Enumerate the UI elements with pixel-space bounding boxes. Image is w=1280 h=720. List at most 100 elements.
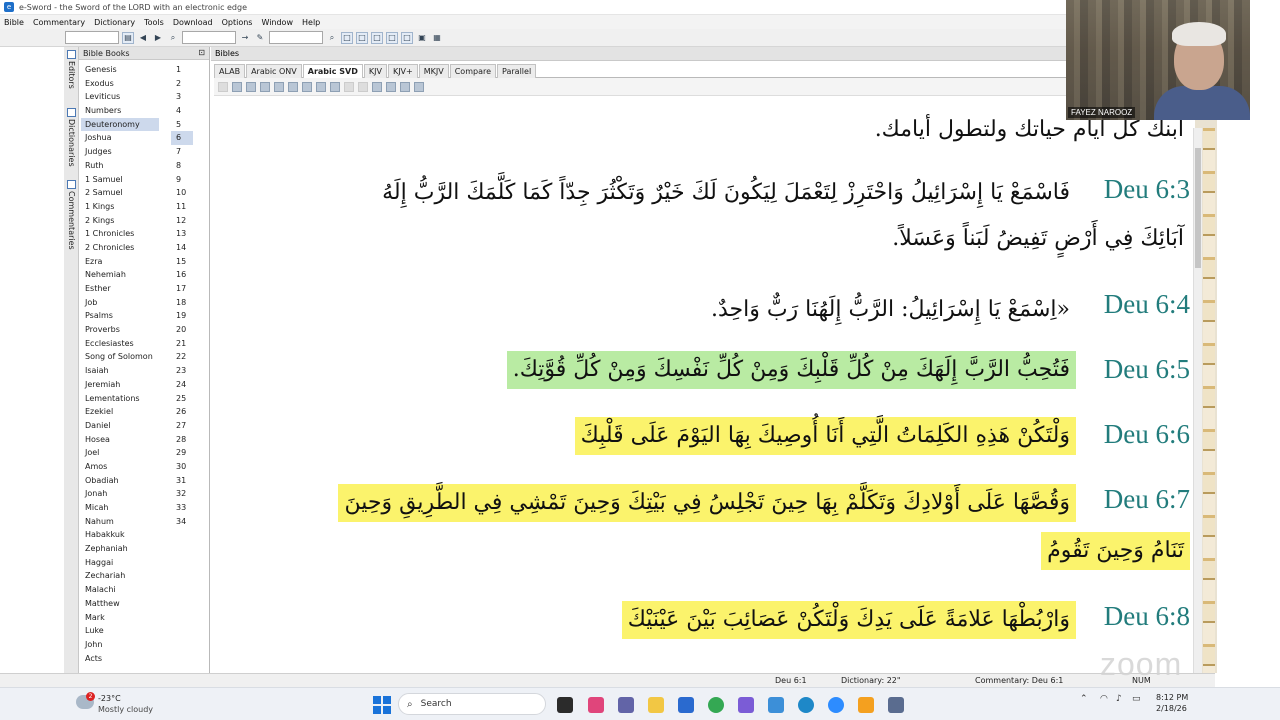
book-item[interactable]: Jeremiah xyxy=(81,378,159,392)
chapter-item[interactable]: 10 xyxy=(171,186,193,200)
tab-kjv[interactable]: KJV xyxy=(363,64,387,78)
link-icon[interactable] xyxy=(414,81,424,92)
book-item[interactable]: Amos xyxy=(81,460,159,474)
book-item[interactable]: Ruth xyxy=(81,159,159,173)
chapter-item[interactable]: 24 xyxy=(171,378,193,392)
menu-help[interactable]: Help xyxy=(302,18,320,27)
list-icon[interactable] xyxy=(288,81,298,92)
tab-compare[interactable]: Compare xyxy=(449,64,497,78)
book-item[interactable]: Judges xyxy=(81,145,159,159)
tray-wifi-icon[interactable]: ◠ xyxy=(1100,694,1108,704)
chapter-item[interactable]: 8 xyxy=(171,159,193,173)
lookup-icon[interactable]: ✎ xyxy=(254,32,266,44)
tab-parallel[interactable]: Parallel xyxy=(497,64,537,78)
chapter-item[interactable]: 17 xyxy=(171,282,193,296)
task-view-icon[interactable] xyxy=(557,697,573,713)
book-item[interactable]: Esther xyxy=(81,282,159,296)
layout-4-icon[interactable]: □ xyxy=(386,31,398,44)
book-item[interactable]: Joshua xyxy=(81,131,159,145)
bible-combo[interactable] xyxy=(65,31,119,44)
forward-icon[interactable]: ▶ xyxy=(152,32,164,44)
tray-battery-icon[interactable]: ▭ xyxy=(1132,694,1141,704)
play-icon[interactable] xyxy=(218,81,228,92)
edge-icon[interactable] xyxy=(798,697,814,713)
clock-date[interactable]: 2/18/26 xyxy=(1156,704,1187,713)
book-item[interactable]: Proverbs xyxy=(81,323,159,337)
tab-commentaries[interactable]: Commentaries xyxy=(64,177,79,250)
book-item[interactable]: Habakkuk xyxy=(81,528,159,542)
tab-mkjv[interactable]: MKJV xyxy=(418,64,449,78)
verse-reference[interactable]: Deu 6:3 xyxy=(1104,174,1190,205)
book-item[interactable]: Luke xyxy=(81,624,159,638)
copy-icon[interactable] xyxy=(246,81,256,92)
layout-icon[interactable] xyxy=(386,81,396,92)
book-item[interactable]: Job xyxy=(81,296,159,310)
book-item[interactable]: Hosea xyxy=(81,433,159,447)
chapter-item[interactable]: 2 xyxy=(171,77,193,91)
copilot-icon[interactable] xyxy=(588,697,604,713)
note-icon[interactable] xyxy=(316,81,326,92)
tab-dictionaries[interactable]: Dictionaries xyxy=(64,105,79,167)
verse-reference[interactable]: Deu 6:8 xyxy=(1104,601,1190,632)
windows-start-icon[interactable] xyxy=(373,696,391,714)
book-item[interactable]: Ezekiel xyxy=(81,405,159,419)
book-item[interactable]: Genesis xyxy=(81,63,159,77)
tray-volume-icon[interactable]: ♪ xyxy=(1116,694,1122,704)
book-item[interactable]: Ezra xyxy=(81,255,159,269)
taskbar-search[interactable]: ⌕ Search xyxy=(398,693,546,715)
verses-scroll-thumb[interactable] xyxy=(1195,148,1201,268)
menu-commentary[interactable]: Commentary xyxy=(33,18,85,27)
book-item[interactable]: Ecclesiastes xyxy=(81,337,159,351)
verse-reference[interactable]: Deu 6:6 xyxy=(1104,419,1190,450)
chapter-item[interactable]: 15 xyxy=(171,255,193,269)
chapter-item[interactable]: 7 xyxy=(171,145,193,159)
book-item[interactable]: Lementations xyxy=(81,392,159,406)
chrome-icon[interactable] xyxy=(708,697,724,713)
chapter-item[interactable]: 29 xyxy=(171,446,193,460)
chapter-item[interactable]: 18 xyxy=(171,296,193,310)
chapter-item[interactable]: 31 xyxy=(171,474,193,488)
sync-icon[interactable] xyxy=(400,81,410,92)
app-icon-gray[interactable] xyxy=(888,697,904,713)
book-item[interactable]: 2 Samuel xyxy=(81,186,159,200)
tab-arabic-onv[interactable]: Arabic ONV xyxy=(246,64,302,78)
zoom-icon[interactable] xyxy=(372,81,382,92)
lookup-combo[interactable] xyxy=(269,31,323,44)
book-icon[interactable]: ▤ xyxy=(122,31,134,44)
tab-arabic-svd[interactable]: Arabic SVD xyxy=(302,64,363,78)
chapter-item[interactable]: 5 xyxy=(171,118,193,132)
tab-editors[interactable]: Editors xyxy=(64,47,79,89)
vlc-icon[interactable] xyxy=(858,697,874,713)
app-icon-purple[interactable] xyxy=(738,697,754,713)
layout-5-icon[interactable]: □ xyxy=(401,31,413,44)
chapter-item[interactable]: 26 xyxy=(171,405,193,419)
chapter-item[interactable]: 28 xyxy=(171,433,193,447)
chapter-item[interactable]: 11 xyxy=(171,200,193,214)
tray-chevron-icon[interactable]: ⌃ xyxy=(1080,694,1088,704)
chapter-item[interactable]: 4 xyxy=(171,104,193,118)
clock-time[interactable]: 8:12 PM xyxy=(1156,693,1188,702)
book-item[interactable]: Mark xyxy=(81,611,159,625)
book-item[interactable]: John xyxy=(81,638,159,652)
book-item[interactable]: 1 Samuel xyxy=(81,173,159,187)
chapter-item[interactable]: 19 xyxy=(171,309,193,323)
chapter-item[interactable]: 23 xyxy=(171,364,193,378)
chapter-item[interactable]: 12 xyxy=(171,214,193,228)
book-item[interactable]: Leviticus xyxy=(81,90,159,104)
zoom-icon-taskbar[interactable] xyxy=(828,697,844,713)
chapter-item[interactable]: 14 xyxy=(171,241,193,255)
chapter-item[interactable]: 32 xyxy=(171,487,193,501)
book-item[interactable]: Nahum xyxy=(81,515,159,529)
book-item[interactable]: Daniel xyxy=(81,419,159,433)
find-icon[interactable]: ⌕ xyxy=(326,32,338,44)
book-item[interactable]: Exodus xyxy=(81,77,159,91)
book-item[interactable]: Nehemiah xyxy=(81,268,159,282)
esword-taskbar-icon[interactable] xyxy=(768,697,784,713)
chapter-item[interactable]: 16 xyxy=(171,268,193,282)
search-combo[interactable] xyxy=(182,31,236,44)
chapter-item[interactable]: 22 xyxy=(171,350,193,364)
paste-icon[interactable] xyxy=(302,81,312,92)
verse-reference[interactable]: Deu 6:4 xyxy=(1104,289,1190,320)
chapter-item[interactable]: 25 xyxy=(171,392,193,406)
verses-scrollbar[interactable] xyxy=(1193,128,1202,673)
